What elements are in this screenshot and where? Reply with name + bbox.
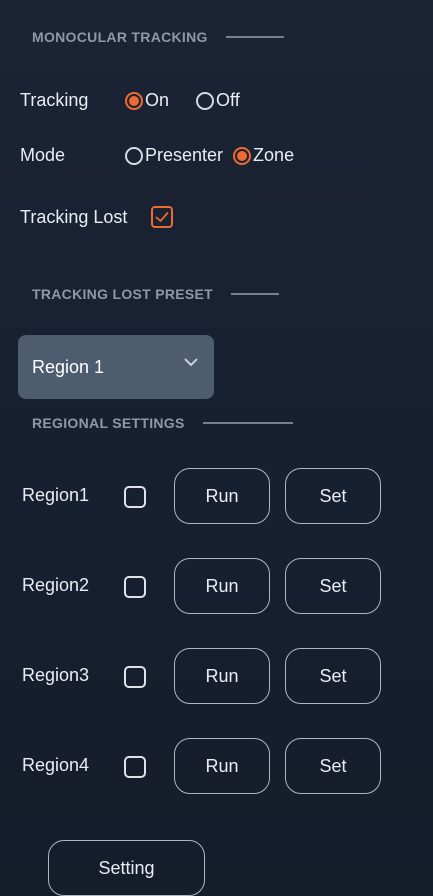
region-2-run-button[interactable]: Run [174, 558, 270, 614]
region-3-run-button[interactable]: Run [174, 648, 270, 704]
tracking-off-radio[interactable]: Off [196, 90, 240, 111]
tracking-label: Tracking [20, 90, 89, 110]
checkmark-icon [155, 212, 169, 222]
dropdown-selected-value: Region 1 [32, 356, 105, 377]
tracking-on-radio[interactable]: On [125, 90, 169, 111]
setting-button[interactable]: Setting [48, 840, 205, 896]
region-row-2: Region2 Run Set [22, 558, 402, 615]
chevron-down-icon [184, 358, 198, 366]
radio-indicator [233, 146, 252, 165]
region-1-checkbox[interactable] [124, 486, 146, 508]
tracking-settings-panel: MONOCULAR TRACKING Tracking On Off Mode … [0, 0, 433, 896]
region-3-checkbox[interactable] [124, 666, 146, 688]
region-label: Region1 [22, 485, 90, 505]
tracking-lost-checkbox[interactable] [151, 206, 174, 228]
radio-indicator [196, 91, 215, 110]
region-label: Region4 [22, 755, 90, 775]
mode-row: Mode Presenter Zone [20, 145, 294, 166]
region-1-set-button[interactable]: Set [285, 468, 381, 524]
section-header-monocular-tracking: MONOCULAR TRACKING [32, 27, 284, 47]
region-label: Region2 [22, 575, 90, 595]
mode-presenter-label: Presenter [145, 145, 224, 165]
region-label: Region3 [22, 665, 90, 685]
mode-presenter-radio[interactable]: Presenter [125, 145, 223, 166]
tracking-on-label: On [145, 90, 170, 110]
region-2-set-button[interactable]: Set [285, 558, 381, 614]
tracking-row: Tracking On Off [20, 90, 240, 111]
tracking-off-label: Off [216, 90, 240, 110]
section-divider [202, 422, 293, 424]
region-row-4: Region4 Run Set [22, 738, 402, 795]
section-title: MONOCULAR TRACKING [32, 29, 208, 45]
region-3-set-button[interactable]: Set [285, 648, 381, 704]
section-title: TRACKING LOST PRESET [32, 286, 214, 302]
mode-label: Mode [20, 145, 66, 165]
radio-indicator [125, 91, 143, 110]
mode-zone-label: Zone [253, 145, 295, 165]
section-divider [231, 293, 280, 295]
region-4-set-button[interactable]: Set [285, 738, 381, 794]
region-4-checkbox[interactable] [124, 756, 146, 778]
tracking-lost-label: Tracking Lost [20, 206, 128, 227]
region-2-checkbox[interactable] [124, 576, 146, 598]
section-divider [225, 36, 284, 38]
region-1-run-button[interactable]: Run [174, 468, 270, 524]
section-header-regional-settings: REGIONAL SETTINGS [32, 413, 293, 433]
region-4-run-button[interactable]: Run [174, 738, 270, 794]
region-row-3: Region3 Run Set [22, 648, 402, 705]
section-header-tracking-lost-preset: TRACKING LOST PRESET [32, 284, 280, 304]
tracking-lost-preset-dropdown[interactable]: Region 1 [18, 335, 214, 399]
tracking-lost-row: Tracking Lost [20, 206, 174, 228]
mode-zone-radio[interactable]: Zone [233, 145, 294, 166]
radio-indicator [125, 146, 143, 165]
region-row-1: Region1 Run Set [22, 468, 402, 525]
section-title: REGIONAL SETTINGS [32, 415, 185, 431]
